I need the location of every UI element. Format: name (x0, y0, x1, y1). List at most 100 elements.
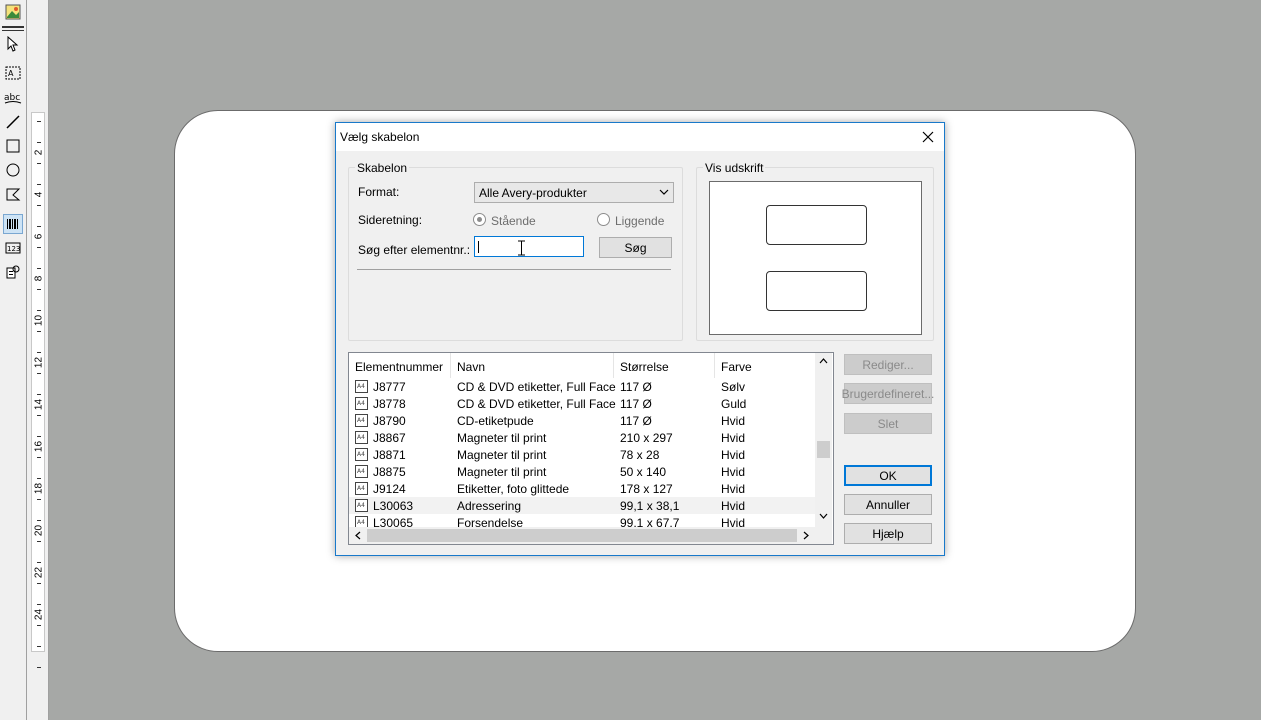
column-header-color[interactable]: Farve (715, 353, 815, 378)
table-row[interactable]: A4 J8777 CD & DVD etiketter, Full Face 117 … (349, 378, 815, 395)
delete-button-label: Slet (877, 416, 899, 431)
template-group: Skabelon Format: Alle Avery-produkter Si… (348, 161, 683, 341)
template-icon: A4 (355, 465, 368, 478)
template-icon: A4 (355, 499, 368, 512)
scroll-down-icon[interactable] (819, 513, 828, 520)
ellipse-icon[interactable] (3, 160, 23, 180)
portrait-radio[interactable] (473, 213, 486, 226)
ruler-label: 20 (33, 524, 45, 537)
svg-text:A: A (8, 69, 14, 78)
choose-template-dialog: Vælg skabelon Skabelon Format: Alle Aver… (335, 122, 945, 556)
edit-button[interactable]: Rediger... (844, 354, 932, 375)
row-size: 178 x 127 (620, 482, 673, 496)
scroll-left-icon[interactable] (354, 531, 361, 540)
ruler-tick (37, 247, 41, 248)
palette-separator (2, 26, 24, 28)
search-button[interactable]: Søg (599, 237, 672, 258)
dialog-titlebar[interactable]: Vælg skabelon (336, 123, 944, 151)
image-tool-icon[interactable] (3, 2, 23, 22)
polygon-icon[interactable] (3, 184, 23, 204)
row-color: Hvid (721, 448, 746, 462)
template-icon: A4 (355, 482, 368, 495)
table-row[interactable]: A4 J9124 Etiketter, foto glittede 178 x 127… (349, 480, 815, 497)
ruler-label: 16 (33, 440, 45, 453)
row-id: J9124 (373, 482, 406, 496)
row-id: J8790 (373, 414, 406, 428)
cancel-button[interactable]: Annuller (844, 494, 932, 515)
svg-text:A4: A4 (357, 417, 365, 424)
ruler-label: 2 (33, 149, 45, 156)
ruler-tick (37, 667, 41, 668)
scroll-right-icon[interactable] (803, 531, 810, 540)
custom-button[interactable]: Brugerdefineret... (841, 383, 935, 404)
ruler-tick (37, 520, 41, 521)
ruler-tick (37, 394, 41, 395)
horizontal-scrollbar[interactable] (349, 527, 832, 544)
column-header-name[interactable]: Navn (451, 353, 614, 378)
svg-text:A4: A4 (357, 451, 365, 458)
custom-button-label: Brugerdefineret... (841, 386, 935, 401)
search-label: Søg efter elementnr.: (358, 243, 471, 257)
table-row[interactable]: A4 J8867 Magneter til print 210 x 297 Hvid (349, 429, 815, 446)
ok-button-label: OK (879, 468, 897, 483)
svg-text:A4: A4 (357, 485, 365, 492)
rectangle-icon[interactable] (3, 136, 23, 156)
ok-button[interactable]: OK (844, 465, 932, 486)
ruler-tick (37, 184, 41, 185)
row-id: J8777 (373, 380, 406, 394)
table-row[interactable]: A4 J8875 Magneter til print 50 x 140 Hvid (349, 463, 815, 480)
column-header-id[interactable]: Elementnummer (349, 353, 451, 378)
search-button-label: Søg (624, 240, 647, 255)
text-box-icon[interactable]: A (3, 63, 23, 83)
row-name: Etiketter, foto glittede (457, 482, 570, 496)
preview-group-legend: Vis udskrift (703, 161, 766, 175)
ruler-tick (37, 478, 41, 479)
row-size: 99,1 x 38,1 (620, 499, 680, 513)
ruler-label: 14 (33, 398, 45, 411)
template-icon: A4 (355, 397, 368, 410)
scroll-up-icon[interactable] (819, 357, 828, 364)
column-header-size[interactable]: Størrelse (614, 353, 715, 378)
row-name: Adressering (457, 499, 522, 513)
ruler-tick (37, 415, 41, 416)
text-cursor-icon (518, 240, 525, 256)
ruler-tick (37, 499, 41, 500)
ruler-tick (37, 289, 41, 290)
ruler-tick (37, 646, 41, 647)
vertical-ruler: 2 4 6 8 10 12 14 16 18 20 22 24 (27, 0, 49, 720)
horizontal-scroll-thumb[interactable] (367, 529, 797, 542)
template-list[interactable]: Elementnummer Navn Størrelse Farve A4 J87… (348, 352, 834, 545)
ruler-tick (37, 163, 41, 164)
row-color: Sølv (721, 380, 745, 394)
row-color: Hvid (721, 414, 746, 428)
format-dropdown[interactable]: Alle Avery-produkter (474, 182, 674, 203)
template-icon: A4 (355, 448, 368, 461)
vertical-scrollbar[interactable] (815, 353, 832, 527)
ruler-tick (37, 541, 41, 542)
tool-palette: A abc 123 (0, 0, 27, 720)
pointer-icon[interactable] (3, 34, 23, 54)
row-color: Hvid (721, 431, 746, 445)
vertical-scroll-thumb[interactable] (817, 441, 830, 458)
row-size: 78 x 28 (620, 448, 660, 462)
row-id: J8778 (373, 397, 406, 411)
ruler-tick (37, 604, 41, 605)
search-input[interactable] (474, 236, 584, 257)
barcode-icon[interactable] (3, 214, 23, 234)
text-icon[interactable]: abc (3, 88, 23, 108)
landscape-radio[interactable] (597, 213, 610, 226)
table-row[interactable]: A4 J8871 Magneter til print 78 x 28 Hvid (349, 446, 815, 463)
help-button[interactable]: Hjælp (844, 523, 932, 544)
ruler-tick (37, 373, 41, 374)
table-row[interactable]: A4 L30063 Adressering 99,1 x 38,1 Hvid (349, 497, 815, 514)
table-row[interactable]: A4 J8790 CD-etiketpude 117 Ø Hvid (349, 412, 815, 429)
table-row[interactable]: A4 J8778 CD & DVD etiketter, Full Face 117 … (349, 395, 815, 412)
preview-label-1 (766, 205, 867, 245)
numbering-icon[interactable]: 123 (3, 238, 23, 258)
edit-button-label: Rediger... (862, 357, 914, 372)
close-button[interactable] (912, 123, 944, 151)
line-icon[interactable] (3, 112, 23, 132)
ruler-tick (37, 352, 41, 353)
database-icon[interactable] (3, 262, 23, 282)
delete-button[interactable]: Slet (844, 413, 932, 434)
